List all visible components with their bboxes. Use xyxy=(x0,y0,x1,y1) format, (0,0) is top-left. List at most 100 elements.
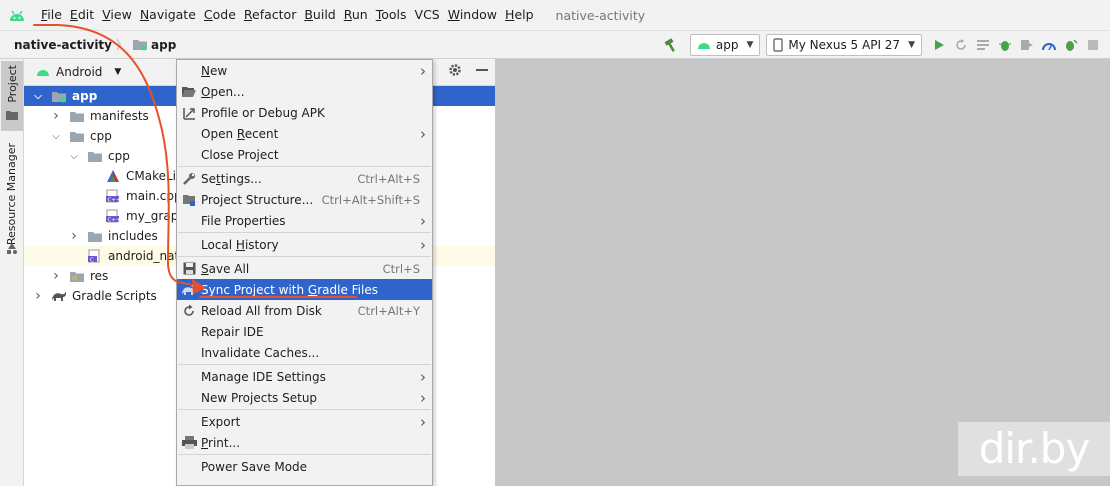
chevron-down-icon[interactable]: ⌵ xyxy=(32,91,44,102)
submenu-arrow-icon: › xyxy=(420,367,426,386)
menu-item-label: Invalidate Caches... xyxy=(201,345,320,360)
res-folder-icon xyxy=(68,268,86,284)
window-project-title: native-activity xyxy=(555,7,646,23)
menu-tools[interactable]: Tools xyxy=(372,4,411,26)
menu-refactor[interactable]: Refactor xyxy=(240,4,300,26)
watermark-logo: dir.by xyxy=(958,422,1110,476)
tree-item-label: includes xyxy=(108,229,158,243)
run-icon[interactable] xyxy=(928,34,950,56)
menu-item-label: Print... xyxy=(201,435,241,450)
menu-item-label: New Projects Setup xyxy=(201,390,318,405)
menu-item-open[interactable]: Open... xyxy=(177,81,432,102)
menu-help[interactable]: Help xyxy=(501,4,538,26)
profile-icon[interactable] xyxy=(1038,34,1060,56)
open-folder-icon xyxy=(177,86,201,98)
menu-separator xyxy=(178,166,431,167)
device-select[interactable]: My Nexus 5 API 27 ▼ xyxy=(766,34,922,56)
menu-vcs[interactable]: VCS xyxy=(411,4,444,26)
menu-item-label: Project Structure... xyxy=(201,192,314,207)
menu-item-manage-ide-settings[interactable]: Manage IDE Settings › xyxy=(177,366,432,387)
run-config-label: app xyxy=(715,38,739,52)
folder-icon xyxy=(68,108,86,124)
file-menu-dropdown: New › Open... Profile or Debug APK Open Rece… xyxy=(176,59,433,486)
menu-item-export[interactable]: Export › xyxy=(177,411,432,432)
attach-debugger-icon[interactable] xyxy=(1016,34,1038,56)
android-icon xyxy=(697,43,710,49)
chevron-right-icon[interactable]: › xyxy=(68,228,80,244)
project-view-select[interactable]: Android ▼ xyxy=(36,65,121,79)
svg-text:C++: C++ xyxy=(108,197,121,203)
android-studio-logo-icon xyxy=(8,7,30,23)
tree-item-label: app xyxy=(72,89,98,103)
chevron-right-icon[interactable]: › xyxy=(50,268,62,284)
menu-file[interactable]: File xyxy=(37,4,66,26)
menu-item-shortcut: Ctrl+Alt+Shift+S xyxy=(321,192,420,207)
menu-item-repair-ide[interactable]: Repair IDE xyxy=(177,321,432,342)
folder-icon xyxy=(68,128,86,144)
submenu-arrow-icon: › xyxy=(420,124,426,143)
minimize-icon[interactable] xyxy=(475,63,489,80)
hammer-icon[interactable] xyxy=(660,34,682,56)
gear-icon[interactable] xyxy=(448,63,462,80)
menu-item-reload-all-from-disk[interactable]: Reload All from Disk Ctrl+Alt+Y xyxy=(177,300,432,321)
breadcrumb-app[interactable]: app xyxy=(151,38,176,52)
submenu-arrow-icon: › xyxy=(420,235,426,254)
menu-bar: File Edit View Navigate Code Refactor Bu… xyxy=(0,0,1110,30)
menu-item-invalidate-caches[interactable]: Invalidate Caches... xyxy=(177,342,432,363)
breadcrumb-project[interactable]: native-activity xyxy=(14,38,112,52)
apply-changes-icon[interactable] xyxy=(950,34,972,56)
menu-item-sync-project-with-gradle-files[interactable]: Sync Project with Gradle Files xyxy=(177,279,432,300)
debug-icon[interactable] xyxy=(994,34,1016,56)
menu-window[interactable]: Window xyxy=(444,4,501,26)
menu-item-label: Sync Project with Gradle Files xyxy=(201,282,378,297)
chevron-down-icon[interactable]: ⌵ xyxy=(68,151,80,162)
menu-navigate[interactable]: Navigate xyxy=(136,4,200,26)
menu-build[interactable]: Build xyxy=(300,4,339,26)
menu-separator xyxy=(178,454,431,455)
menu-item-power-save-mode[interactable]: Power Save Mode xyxy=(177,456,432,477)
stop-icon[interactable] xyxy=(1082,34,1104,56)
navigation-bar: native-activity 〉 app app ▼ My Nexus 5 A… xyxy=(0,30,1110,59)
menu-item-close-project[interactable]: Close Project xyxy=(177,144,432,165)
chevron-down-icon: ▼ xyxy=(746,40,754,50)
menu-item-label: Settings... xyxy=(201,171,262,186)
cpp-file-icon: C++ xyxy=(104,188,122,204)
c-file-icon: C xyxy=(86,248,104,264)
menu-item-save-all[interactable]: Save All Ctrl+S xyxy=(177,258,432,279)
menu-run[interactable]: Run xyxy=(340,4,372,26)
menu-item-label: Local History xyxy=(201,237,279,252)
gradle-icon xyxy=(50,288,68,304)
menu-item-print[interactable]: Print... xyxy=(177,432,432,453)
run-config-select[interactable]: app ▼ xyxy=(689,34,761,56)
menu-item-open-recent[interactable]: Open Recent › xyxy=(177,123,432,144)
menu-item-label: Manage IDE Settings xyxy=(201,369,326,384)
apply-code-changes-icon[interactable] xyxy=(972,34,994,56)
folder-icon xyxy=(86,148,104,164)
menu-item-label: Save All xyxy=(201,261,250,276)
menu-item-file-properties[interactable]: File Properties › xyxy=(177,210,432,231)
tool-tab-resource-manager[interactable]: Resource Manager xyxy=(5,143,18,245)
menu-item-profile-or-debug-apk[interactable]: Profile or Debug APK xyxy=(177,102,432,123)
menu-item-local-history[interactable]: Local History › xyxy=(177,234,432,255)
menu-item-new[interactable]: New › xyxy=(177,60,432,81)
project-view-label: Android xyxy=(56,65,103,79)
tree-item-label: res xyxy=(90,269,109,283)
chevron-down-icon[interactable]: ⌵ xyxy=(50,131,62,142)
attach-debugger-android-icon[interactable] xyxy=(1060,34,1082,56)
menu-separator xyxy=(178,364,431,365)
svg-text:C++: C++ xyxy=(108,217,121,223)
reload-icon xyxy=(177,304,201,318)
chevron-right-icon[interactable]: › xyxy=(32,288,44,304)
menu-edit[interactable]: Edit xyxy=(66,4,98,26)
folder-icon xyxy=(6,109,18,123)
menu-item-label: Power Save Mode xyxy=(201,459,308,474)
menu-code[interactable]: Code xyxy=(200,4,240,26)
menu-item-new-projects-setup[interactable]: New Projects Setup › xyxy=(177,387,432,408)
menu-view[interactable]: View xyxy=(98,4,136,26)
menu-item-label: Profile or Debug APK xyxy=(201,105,325,120)
menu-item-settings[interactable]: Settings... Ctrl+Alt+S xyxy=(177,168,432,189)
svg-text:C: C xyxy=(90,257,94,263)
chevron-down-icon: ▼ xyxy=(114,67,122,77)
menu-item-project-structure[interactable]: Project Structure... Ctrl+Alt+Shift+S xyxy=(177,189,432,210)
chevron-right-icon[interactable]: › xyxy=(50,108,62,124)
